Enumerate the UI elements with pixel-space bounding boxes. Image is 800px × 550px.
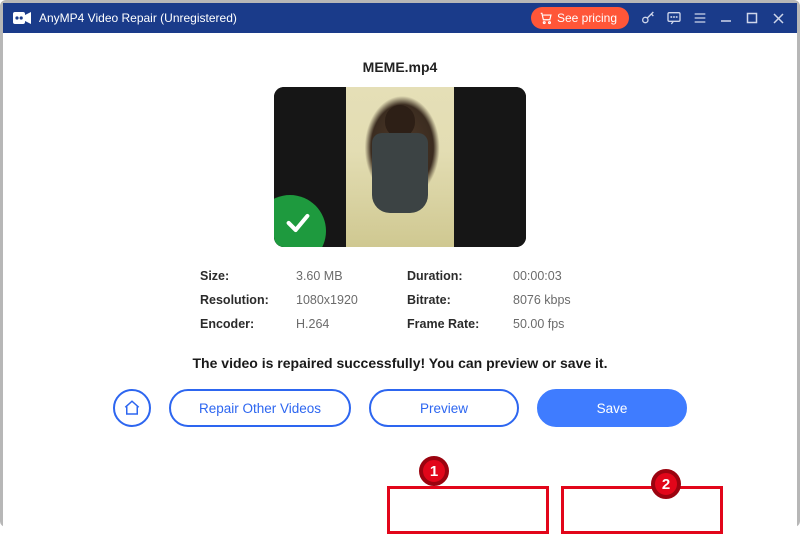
video-thumbnail — [274, 87, 526, 247]
thumbnail-figure — [372, 105, 428, 235]
see-pricing-label: See pricing — [557, 11, 617, 25]
annotation-badge-1: 1 — [419, 456, 449, 486]
feedback-icon[interactable] — [661, 4, 687, 32]
annotation-badge-2: 2 — [651, 469, 681, 499]
save-button[interactable]: Save — [537, 389, 687, 427]
bitrate-value: 8076 kbps — [513, 293, 608, 307]
resolution-value: 1080x1920 — [296, 293, 401, 307]
home-icon — [123, 399, 141, 417]
app-title: AnyMP4 Video Repair (Unregistered) — [39, 11, 237, 25]
main-panel: MEME.mp4 Size: 3.60 MB Duration: 00:00:0… — [3, 59, 797, 550]
app-logo-icon — [13, 11, 31, 25]
size-value: 3.60 MB — [296, 269, 401, 283]
cart-icon — [539, 11, 553, 25]
bitrate-label: Bitrate: — [407, 293, 507, 307]
key-icon[interactable] — [635, 4, 661, 32]
status-message: The video is repaired successfully! You … — [3, 355, 797, 371]
duration-label: Duration: — [407, 269, 507, 283]
metadata-grid: Size: 3.60 MB Duration: 00:00:03 Resolut… — [200, 269, 600, 331]
close-button[interactable] — [765, 4, 791, 32]
file-name: MEME.mp4 — [3, 59, 797, 75]
framerate-label: Frame Rate: — [407, 317, 507, 331]
maximize-button[interactable] — [739, 4, 765, 32]
minimize-button[interactable] — [713, 4, 739, 32]
size-label: Size: — [200, 269, 290, 283]
home-button[interactable] — [113, 389, 151, 427]
duration-value: 00:00:03 — [513, 269, 608, 283]
framerate-value: 50.00 fps — [513, 317, 608, 331]
footer-actions: Repair Other Videos Preview Save — [3, 389, 797, 427]
menu-icon[interactable] — [687, 4, 713, 32]
repair-other-videos-button[interactable]: Repair Other Videos — [169, 389, 351, 427]
encoder-value: H.264 — [296, 317, 401, 331]
see-pricing-button[interactable]: See pricing — [531, 7, 629, 29]
preview-button[interactable]: Preview — [369, 389, 519, 427]
resolution-label: Resolution: — [200, 293, 290, 307]
title-bar: AnyMP4 Video Repair (Unregistered) See p… — [3, 3, 797, 33]
encoder-label: Encoder: — [200, 317, 290, 331]
